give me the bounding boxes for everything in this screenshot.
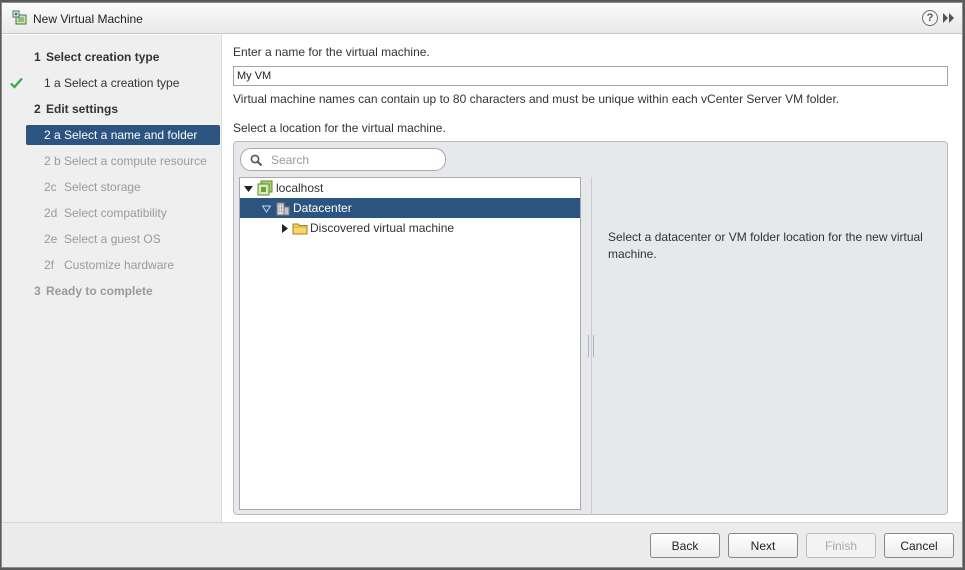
step-label: Edit settings — [46, 102, 119, 116]
dialog-title: New Virtual Machine — [33, 12, 143, 26]
checkmark-icon — [10, 77, 23, 89]
main-content: Enter a name for the virtual machine. Vi… — [223, 35, 962, 522]
vcenter-icon — [257, 180, 273, 196]
location-panel: localhost Datacenter — [233, 141, 948, 515]
datacenter-icon — [276, 202, 290, 216]
location-tree: localhost Datacenter Discovered virtual … — [239, 177, 581, 510]
tree-node-localhost[interactable]: localhost — [240, 178, 580, 198]
step-3: 3 Ready to complete — [2, 281, 222, 301]
step-number: 2 b — [44, 154, 61, 168]
step-label: Select creation type — [46, 50, 160, 64]
step-2f: 2f Customize hardware — [2, 255, 222, 275]
folder-icon — [292, 223, 308, 235]
step-number: 1 — [34, 50, 41, 64]
vm-name-input[interactable] — [233, 66, 948, 86]
step-2a[interactable]: 2 a Select a name and folder — [26, 125, 220, 145]
step-number: 2 a — [44, 128, 61, 142]
step-label: Select storage — [64, 180, 141, 194]
tree-node-label: Discovered virtual machine — [310, 221, 455, 235]
location-prompt: Select a location for the virtual machin… — [233, 121, 446, 135]
step-2: 2 Edit settings — [2, 99, 222, 119]
step-number: 2e — [44, 232, 58, 246]
step-number: 2 — [34, 102, 41, 116]
step-label: Customize hardware — [64, 258, 175, 272]
tree-node-datacenter[interactable]: Datacenter — [240, 198, 580, 218]
name-prompt: Enter a name for the virtual machine. — [233, 45, 430, 59]
step-number: 3 — [34, 284, 41, 298]
step-2b: 2 b Select a compute resource — [2, 151, 222, 171]
step-2c: 2c Select storage — [2, 177, 222, 197]
step-2e: 2e Select a guest OS — [2, 229, 222, 249]
splitter-grip[interactable] — [588, 335, 594, 357]
step-1: 1 Select creation type — [2, 47, 222, 67]
name-hint: Virtual machine names can contain up to … — [233, 92, 840, 106]
step-label: Select a creation type — [64, 76, 180, 90]
step-label: Ready to complete — [46, 284, 153, 298]
step-label: Select compatibility — [64, 206, 167, 220]
collapsed-arrow-icon[interactable] — [280, 224, 289, 233]
wizard-steps-sidebar: 1 Select creation type 1 a Select a crea… — [2, 35, 222, 522]
search-box[interactable] — [240, 148, 446, 171]
search-input[interactable] — [271, 152, 439, 168]
step-label: Select a name and folder — [64, 128, 198, 142]
back-button[interactable]: Back — [650, 533, 720, 558]
step-number: 2c — [44, 180, 57, 194]
step-number: 2d — [44, 206, 58, 220]
tree-node-discovered-vm[interactable]: Discovered virtual machine — [240, 218, 580, 238]
expand-icon[interactable] — [942, 12, 956, 24]
step-1a[interactable]: 1 a Select a creation type — [2, 73, 222, 93]
dialog-titlebar: New Virtual Machine ? — [2, 3, 962, 34]
location-info-text: Select a datacenter or VM folder locatio… — [608, 230, 923, 261]
step-label: Select a guest OS — [64, 232, 161, 246]
dialog-footer: Back Next Finish Cancel — [2, 522, 962, 567]
step-number: 2f — [44, 258, 55, 272]
search-icon — [250, 154, 263, 167]
help-icon[interactable]: ? — [922, 10, 938, 26]
tree-node-label: localhost — [276, 181, 324, 195]
cancel-button[interactable]: Cancel — [884, 533, 954, 558]
new-vm-icon — [12, 10, 27, 25]
finish-button: Finish — [806, 533, 876, 558]
step-2d: 2d Select compatibility — [2, 203, 222, 223]
tree-node-label: Datacenter — [293, 201, 352, 215]
expanded-arrow-icon[interactable] — [244, 184, 253, 193]
new-vm-dialog: New Virtual Machine ? 1 Select creation … — [1, 2, 963, 568]
step-label: Select a compute resource — [64, 154, 207, 168]
step-number: 1 a — [44, 76, 61, 90]
next-button[interactable]: Next — [728, 533, 798, 558]
expanded-arrow-icon[interactable] — [262, 204, 271, 213]
